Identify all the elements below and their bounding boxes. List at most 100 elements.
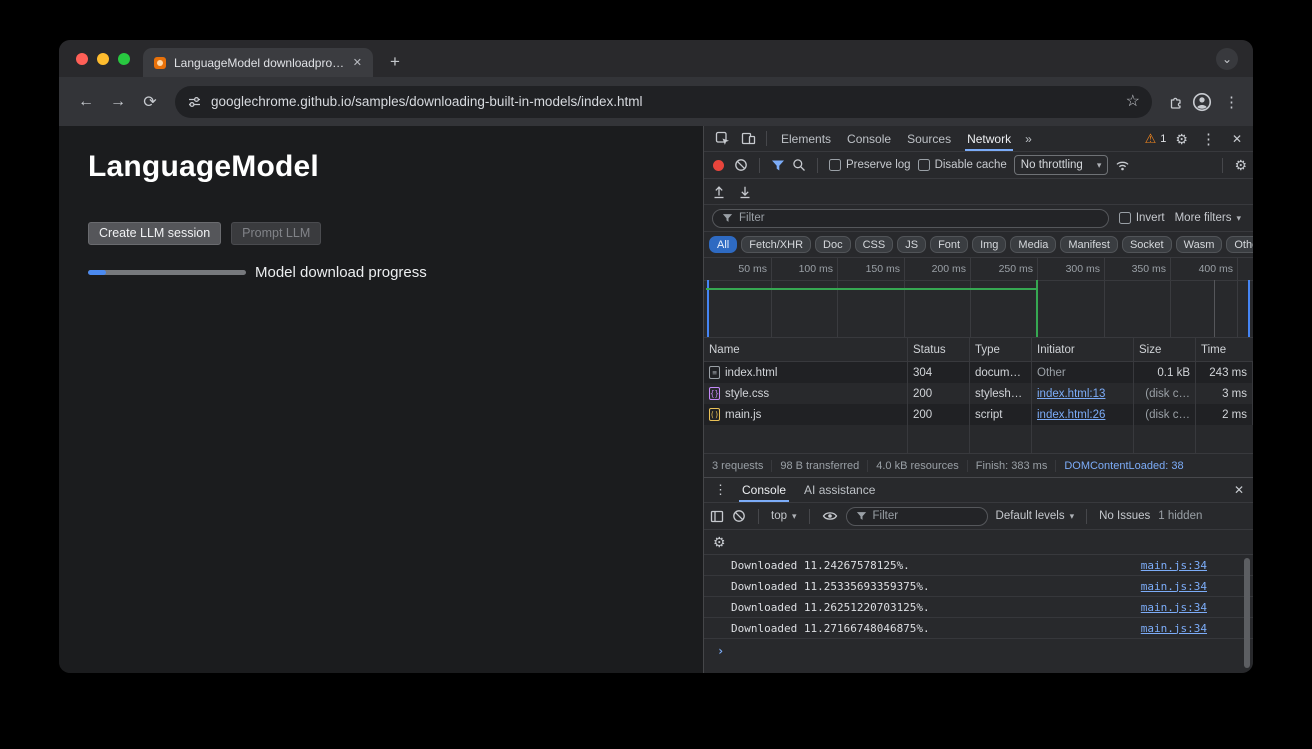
address-bar[interactable]: googlechrome.github.io/samples/downloadi… <box>175 86 1152 118</box>
devtools-menu-icon[interactable]: ⋮ <box>1197 130 1220 148</box>
console-source-link[interactable]: main.js:34 <box>1141 601 1207 614</box>
cell-status[interactable]: 200 <box>908 383 970 404</box>
filter-chip[interactable]: Img <box>972 236 1006 253</box>
live-expression-eye-icon[interactable] <box>822 510 838 522</box>
bookmark-star-icon[interactable]: ☆ <box>1126 94 1140 110</box>
devtools-tab[interactable]: Console <box>839 126 899 151</box>
browser-tab[interactable]: LanguageModel downloadpro… ✕ <box>143 48 373 77</box>
close-window-button[interactable] <box>76 53 88 65</box>
profile-avatar-icon[interactable] <box>1192 92 1212 112</box>
filter-chip[interactable]: Font <box>930 236 968 253</box>
extensions-icon[interactable] <box>1168 94 1184 110</box>
console-source-link[interactable]: main.js:34 <box>1141 580 1207 593</box>
devtools-tab[interactable]: Sources <box>899 126 959 151</box>
network-conditions-icon[interactable] <box>1115 158 1130 172</box>
console-source-link[interactable]: main.js:34 <box>1141 559 1207 572</box>
clear-console-icon[interactable] <box>732 509 746 523</box>
device-toolbar-icon[interactable] <box>736 129 760 149</box>
filter-chip[interactable]: Fetch/XHR <box>741 236 811 253</box>
console-prompt[interactable]: › <box>704 639 1253 673</box>
cell-time[interactable]: 3 ms <box>1196 383 1253 404</box>
create-llm-session-button[interactable]: Create LLM session <box>88 222 221 245</box>
cell-name[interactable]: style.css <box>704 383 908 404</box>
reload-button[interactable]: ⟳ <box>135 87 165 117</box>
cell-size[interactable]: 0.1 kB <box>1134 362 1196 383</box>
filter-chip[interactable]: Doc <box>815 236 851 253</box>
cell-size[interactable]: (disk c… <box>1134 383 1196 404</box>
cell-initiator[interactable]: index.html:26 <box>1032 404 1134 425</box>
console-context-dropdown[interactable]: top ▾ <box>771 510 797 522</box>
import-har-icon[interactable] <box>712 184 726 199</box>
cell-name[interactable]: main.js <box>704 404 908 425</box>
filter-chip[interactable]: Socket <box>1122 236 1172 253</box>
filter-chip[interactable]: JS <box>897 236 926 253</box>
filter-chip[interactable]: All <box>709 236 737 253</box>
table-column-header[interactable]: Status <box>908 338 970 361</box>
cell-time[interactable]: 243 ms <box>1196 362 1253 383</box>
more-panels-icon[interactable]: » <box>1021 132 1036 146</box>
filter-chip[interactable]: Manifest <box>1060 236 1118 253</box>
drawer-tab[interactable]: AI assistance <box>795 478 884 502</box>
clear-network-log-icon[interactable] <box>734 158 748 172</box>
prompt-llm-button[interactable]: Prompt LLM <box>231 222 321 245</box>
table-column-header[interactable]: Type <box>970 338 1032 361</box>
cell-status[interactable]: 304 <box>908 362 970 383</box>
cell-type[interactable]: script <box>970 404 1032 425</box>
export-har-icon[interactable] <box>738 184 752 199</box>
new-tab-button[interactable]: + <box>385 52 405 72</box>
issues-status[interactable]: No Issues <box>1099 510 1150 522</box>
cell-type[interactable]: stylesh… <box>970 383 1032 404</box>
maximize-window-button[interactable] <box>118 53 130 65</box>
back-button[interactable]: ← <box>71 87 101 117</box>
url-text[interactable]: googlechrome.github.io/samples/downloadi… <box>211 94 1116 109</box>
forward-button[interactable]: → <box>103 87 133 117</box>
devtools-settings-icon[interactable]: ⚙ <box>1175 132 1188 146</box>
site-settings-icon[interactable] <box>187 95 201 109</box>
network-settings-icon[interactable]: ⚙ <box>1234 158 1247 172</box>
minimize-window-button[interactable] <box>97 53 109 65</box>
table-column-header[interactable]: Time <box>1196 338 1253 361</box>
console-scrollbar-thumb[interactable] <box>1244 558 1250 668</box>
console-filter-input[interactable] <box>873 510 978 522</box>
filter-chip[interactable]: Other <box>1226 236 1253 253</box>
table-column-header[interactable]: Size <box>1134 338 1196 361</box>
cell-time[interactable]: 2 ms <box>1196 404 1253 425</box>
network-filter-input[interactable] <box>739 212 1099 224</box>
preserve-log-checkbox[interactable]: Preserve log <box>829 159 911 171</box>
devtools-tab[interactable]: Elements <box>773 126 839 151</box>
issues-warning-badge[interactable]: ⚠ 1 <box>1145 132 1167 145</box>
filter-chip[interactable]: Wasm <box>1176 236 1223 253</box>
filter-funnel-icon[interactable] <box>771 159 785 172</box>
cell-initiator[interactable]: Other <box>1032 362 1134 383</box>
throttling-dropdown[interactable]: No throttling ▾ <box>1014 155 1109 175</box>
table-column-header[interactable]: Name <box>704 338 908 361</box>
disable-cache-checkbox[interactable]: Disable cache <box>918 159 1007 171</box>
inspect-element-icon[interactable] <box>710 129 734 149</box>
table-column-header[interactable]: Initiator <box>1032 338 1134 361</box>
drawer-tab[interactable]: Console <box>733 478 795 502</box>
devtools-tab[interactable]: Network <box>959 126 1019 151</box>
drawer-close-icon[interactable]: ✕ <box>1231 483 1247 497</box>
record-network-log-button[interactable] <box>713 160 724 171</box>
filter-chip[interactable]: CSS <box>855 236 894 253</box>
tab-close-icon[interactable]: ✕ <box>350 55 365 70</box>
cell-size[interactable]: (disk c… <box>1134 404 1196 425</box>
devtools-close-icon[interactable]: ✕ <box>1229 132 1245 146</box>
cell-status[interactable]: 200 <box>908 404 970 425</box>
search-icon[interactable] <box>792 158 806 172</box>
cell-type[interactable]: docum… <box>970 362 1032 383</box>
console-sidebar-icon[interactable] <box>710 510 724 523</box>
filter-chip[interactable]: Media <box>1010 236 1056 253</box>
network-overview-timeline[interactable]: 50 ms100 ms150 ms200 ms250 ms300 ms350 m… <box>704 258 1253 338</box>
log-levels-dropdown[interactable]: Default levels ▾ <box>996 510 1075 522</box>
cell-initiator[interactable]: index.html:13 <box>1032 383 1134 404</box>
drawer-menu-icon[interactable]: ⋮ <box>710 482 731 498</box>
console-source-link[interactable]: main.js:34 <box>1141 622 1207 635</box>
cell-name[interactable]: index.html <box>704 362 908 383</box>
invert-filter-checkbox[interactable]: Invert <box>1119 212 1165 224</box>
browser-menu-icon[interactable]: ⋮ <box>1220 93 1243 111</box>
more-filters-dropdown[interactable]: More filters ▾ <box>1175 212 1245 224</box>
browser-window: LanguageModel downloadpro… ✕ + ⌄ ← → ⟳ g… <box>59 40 1253 673</box>
console-settings-icon[interactable]: ⚙ <box>713 535 726 549</box>
tab-search-chevron-icon[interactable]: ⌄ <box>1216 48 1238 70</box>
